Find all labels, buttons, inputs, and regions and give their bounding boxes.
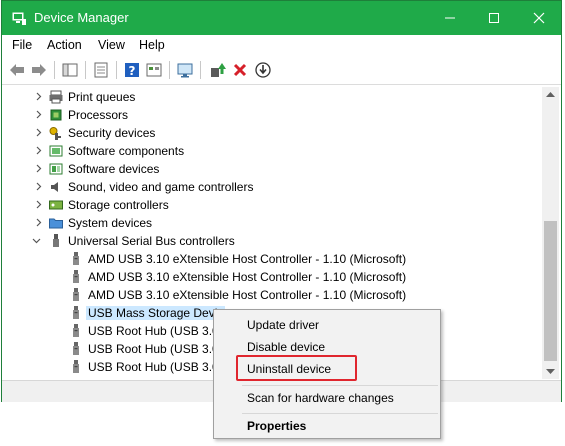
speaker-icon [51, 182, 58, 192]
printer-icon [49, 90, 63, 104]
back-arrow-icon[interactable] [7, 60, 27, 80]
tree-category-label: Print queues [68, 90, 136, 104]
toolbar-separator [200, 61, 201, 79]
scrollbar-thumb[interactable] [544, 221, 557, 361]
tree-category[interactable]: Universal Serial Bus controllers [6, 232, 536, 250]
toolbar-separator [85, 61, 86, 79]
menu-separator [242, 413, 438, 414]
tree-category[interactable]: Processors [6, 106, 536, 124]
uninstall-x-icon[interactable] [230, 60, 250, 80]
window-title: Device Manager [34, 10, 129, 25]
toolbar-separator [54, 61, 55, 79]
tree-category[interactable]: Software devices [6, 160, 536, 178]
device-manager-app-icon [11, 10, 27, 26]
usb-device-icon [73, 252, 79, 265]
tree-category[interactable]: System devices [6, 214, 536, 232]
help-icon[interactable]: ? [122, 60, 142, 80]
svg-text:?: ? [129, 64, 136, 78]
disable-device-menu-item[interactable]: Disable device [247, 340, 325, 354]
usb-device-row[interactable]: AMD USB 3.10 eXtensible Host Controller … [6, 286, 536, 304]
update-driver-icon[interactable] [207, 60, 227, 80]
tree-category-label: Software devices [68, 162, 160, 176]
context-menu: Update driver Disable device Uninstall d… [213, 309, 441, 439]
console-tree-icon[interactable] [60, 60, 80, 80]
usb-device-row[interactable]: AMD USB 3.10 eXtensible Host Controller … [6, 250, 536, 268]
processor-icon [50, 109, 62, 121]
software-component-icon [49, 145, 63, 157]
usb-device-icon [73, 270, 79, 283]
chevron-right-icon[interactable] [34, 92, 43, 101]
tree-category-label: Universal Serial Bus controllers [68, 234, 235, 248]
usb-device-icon [73, 288, 79, 301]
menu-file[interactable]: File [12, 38, 32, 52]
properties-menu-item[interactable]: Properties [247, 419, 306, 433]
forward-arrow-icon[interactable] [29, 60, 49, 80]
download-icon[interactable] [253, 60, 273, 80]
tree-category[interactable]: Security devices [6, 124, 536, 142]
usb-device-icon [73, 342, 79, 355]
title-bar[interactable]: Device Manager [2, 1, 561, 35]
usb-device-icon [73, 360, 79, 373]
chevron-right-icon[interactable] [34, 164, 43, 173]
toolbar: ? [2, 56, 561, 85]
chevron-right-icon[interactable] [34, 182, 43, 191]
chevron-down-icon[interactable] [32, 236, 41, 245]
menu-action[interactable]: Action [47, 38, 82, 52]
usb-device-label: AMD USB 3.10 eXtensible Host Controller … [88, 270, 407, 284]
usb-device-label: AMD USB 3.10 eXtensible Host Controller … [88, 288, 407, 302]
tree-category[interactable]: Print queues [6, 88, 536, 106]
tree-category[interactable]: Storage controllers [6, 196, 536, 214]
storage-controller-icon [49, 200, 63, 210]
tree-category-label: Security devices [68, 126, 156, 140]
tree-category-label: Storage controllers [68, 198, 169, 212]
minimize-button[interactable] [427, 1, 473, 35]
usb-device-icon [73, 324, 79, 337]
toolbar-separator [116, 61, 117, 79]
usb-device-label: AMD USB 3.10 eXtensible Host Controller … [88, 252, 407, 266]
menu-view[interactable]: View [98, 38, 125, 52]
usb-icon [53, 234, 59, 247]
menu-separator [242, 385, 438, 386]
usb-device-label: USB Root Hub (USB 3.0) [88, 342, 223, 356]
security-key-icon [49, 127, 61, 140]
usb-device-label: USB Root Hub (USB 3.0) [88, 360, 223, 374]
menu-bar: File Action View Help [2, 35, 561, 55]
tree-category[interactable]: Sound, video and game controllers [6, 178, 536, 196]
tree-category-label: System devices [68, 216, 153, 230]
toolbar-separator [169, 61, 170, 79]
usb-device-label: USB Root Hub (USB 3.0) [88, 324, 223, 338]
software-device-icon [49, 163, 63, 175]
tree-category-label: Software components [68, 144, 185, 158]
tree-category-label: Processors [68, 108, 129, 122]
menu-help[interactable]: Help [139, 38, 165, 52]
chevron-right-icon[interactable] [34, 110, 43, 119]
tree-category[interactable]: Software components [6, 142, 536, 160]
vertical-scrollbar[interactable] [542, 87, 559, 379]
uninstall-highlight-box [236, 355, 357, 381]
update-driver-menu-item[interactable]: Update driver [247, 318, 319, 332]
scan-hardware-menu-item[interactable]: Scan for hardware changes [247, 391, 394, 405]
chevron-right-icon[interactable] [34, 200, 43, 209]
hidden-devices-icon[interactable] [144, 60, 164, 80]
usb-device-icon [73, 306, 79, 319]
chevron-right-icon[interactable] [34, 218, 43, 227]
usb-device-label: USB Mass Storage Devic [86, 306, 226, 320]
maximize-button[interactable] [471, 1, 517, 35]
system-folder-icon [49, 218, 63, 229]
scroll-down-icon[interactable] [546, 369, 555, 375]
scroll-up-icon[interactable] [546, 91, 555, 97]
chevron-right-icon[interactable] [34, 146, 43, 155]
usb-device-row[interactable]: AMD USB 3.10 eXtensible Host Controller … [6, 268, 536, 286]
properties-sheet-icon[interactable] [91, 60, 111, 80]
monitor-scan-icon[interactable] [175, 60, 195, 80]
tree-category-label: Sound, video and game controllers [68, 180, 254, 194]
close-button[interactable] [516, 1, 562, 35]
chevron-right-icon[interactable] [34, 128, 43, 137]
